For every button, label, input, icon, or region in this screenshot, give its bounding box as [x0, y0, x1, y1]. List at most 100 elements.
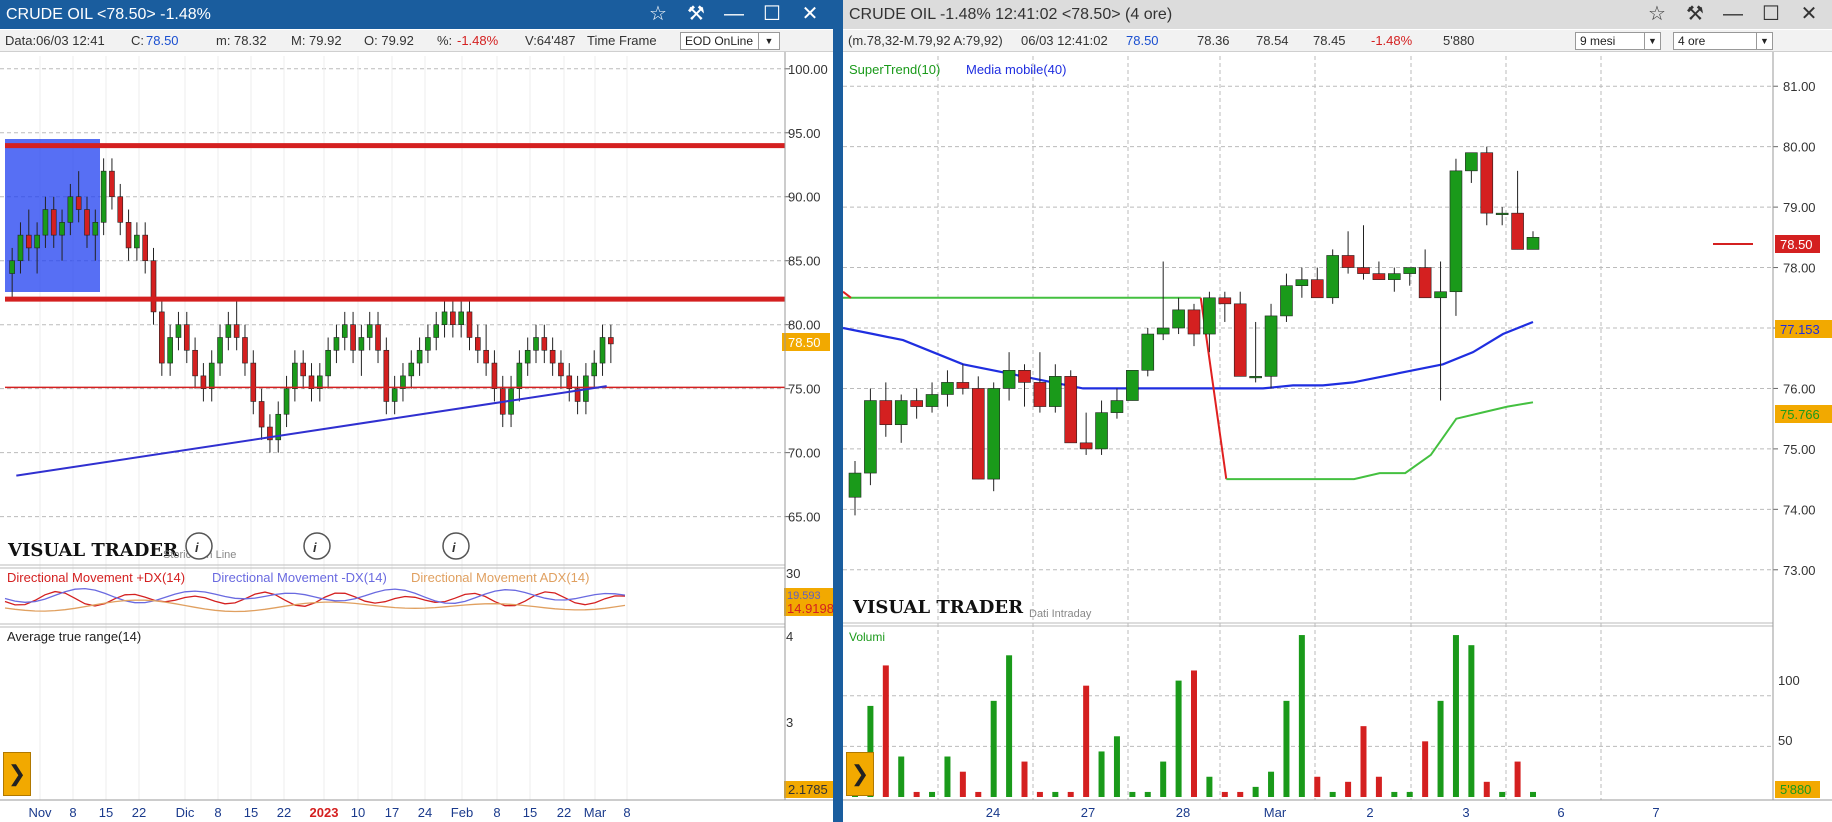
dm-series-line: [4, 587, 626, 604]
left-annotation-lines: [5, 143, 785, 477]
x-tick-label: 24: [418, 805, 432, 820]
candle-body: [1418, 267, 1432, 299]
volume-bar: [1283, 700, 1290, 797]
atr-axis-4: 4: [786, 629, 793, 644]
candle-body: [225, 324, 232, 338]
st-badge: 75.766: [1780, 407, 1820, 422]
right-expand-toggle[interactable]: ❯: [846, 752, 874, 796]
candle-body: [1434, 291, 1447, 299]
candle-body: [175, 324, 182, 338]
left-price-grid: [0, 56, 785, 800]
candle-body: [971, 388, 985, 480]
volume-bar: [1052, 791, 1059, 797]
candle-body: [599, 337, 606, 364]
candle-body: [242, 337, 248, 364]
candle-body: [341, 324, 348, 338]
y-tick-label: 85.00: [788, 254, 821, 269]
volume-badge: 5'880: [1780, 782, 1811, 797]
y-tick-label: 70.00: [788, 446, 821, 461]
candle-body: [1341, 255, 1355, 268]
volume-bar: [1083, 685, 1090, 797]
volume-bar: [1406, 791, 1413, 797]
candle-body: [258, 401, 265, 428]
volume-bar: [1452, 635, 1459, 797]
x-tick-label: 6: [1557, 805, 1564, 820]
candle-body: [92, 222, 99, 236]
volume-axis-100: 100: [1778, 673, 1800, 688]
volume-bar: [1422, 741, 1429, 797]
volume-bar: [1175, 680, 1182, 797]
volume-bar: [1298, 635, 1305, 797]
x-tick-label: 27: [1081, 805, 1095, 820]
candle-body: [9, 260, 15, 274]
x-tick-label: 15: [99, 805, 113, 820]
volume-bar: [1113, 736, 1120, 797]
info-icon-glyph: i: [452, 540, 456, 555]
volume-bars: [852, 635, 1536, 797]
news-info-icon-2[interactable]: i: [303, 532, 331, 560]
volume-bar: [1252, 786, 1259, 797]
x-tick-label: Nov: [28, 805, 52, 820]
volume-bar: [1221, 791, 1228, 797]
candle-body: [848, 472, 862, 498]
candle-body: [1018, 370, 1031, 383]
candle-body: [1526, 237, 1540, 250]
candle-body: [358, 337, 365, 351]
atr-axis-3: 3: [786, 715, 793, 730]
atr-badge: 2.1785: [788, 782, 828, 797]
right-chart-canvas[interactable]: SuperTrend(10) Media mobile(40) 81.00 80.…: [843, 0, 1832, 822]
candle-body: [292, 362, 298, 389]
volume-bar: [975, 791, 982, 797]
y-tick-label: 90.00: [788, 190, 821, 205]
left-expand-toggle[interactable]: ❯: [3, 752, 31, 796]
candle-body: [408, 362, 415, 377]
candle-body: [150, 260, 157, 313]
candle-body: [1064, 376, 1078, 444]
info-icon-glyph: i: [195, 540, 199, 555]
volume-bar: [1129, 791, 1136, 797]
candle-body: [366, 324, 373, 338]
x-tick-label: 15: [523, 805, 537, 820]
y-tick-label: 73.00: [1783, 563, 1816, 578]
y-tick-label: 78.00: [1783, 261, 1816, 276]
candle-body: [987, 388, 1000, 480]
candle-body: [142, 234, 148, 262]
volume-bar: [1006, 655, 1013, 797]
volume-bar: [1329, 791, 1336, 797]
candle-body: [167, 337, 173, 364]
candle-body: [383, 349, 390, 402]
candle-body: [233, 324, 240, 338]
candle-body: [350, 324, 356, 351]
candle-body: [208, 362, 215, 389]
x-tick-label: 17: [385, 805, 399, 820]
candle-body: [910, 400, 923, 407]
left-chart-canvas[interactable]: 100.00 95.00 90.00 85.00 80.00 75.00 70.00 65.0…: [0, 0, 837, 822]
volume-bar: [1268, 771, 1275, 797]
news-info-icon-1[interactable]: i: [185, 532, 213, 560]
x-tick-label: 3: [1462, 805, 1469, 820]
chevron-right-icon: ❯: [850, 761, 870, 786]
y-tick-label: 100.00: [788, 62, 828, 77]
candle-body: [34, 234, 40, 249]
candle-body: [864, 400, 877, 474]
right-watermark: VISUAL TRADER: [852, 597, 1024, 618]
candle-body: [549, 349, 556, 364]
news-info-icon-3[interactable]: i: [442, 532, 470, 560]
candle-body: [558, 362, 564, 377]
candle-body: [391, 388, 398, 402]
candle-body: [1480, 152, 1494, 214]
volume-bar: [1160, 761, 1167, 797]
candle-body: [1264, 315, 1278, 377]
y-tick-label: 95.00: [788, 126, 821, 141]
candle-body: [956, 382, 970, 389]
x-tick-label: 2: [1366, 805, 1373, 820]
candle-body: [1388, 273, 1401, 280]
candle-body: [925, 394, 939, 407]
candle-body: [1511, 212, 1524, 250]
candle-body: [1141, 333, 1155, 371]
y-tick-label: 81.00: [1783, 79, 1816, 94]
candle-body: [117, 196, 124, 223]
ma-badge: 77.153: [1780, 322, 1820, 337]
supertrend-label: SuperTrend(10): [849, 62, 940, 77]
candle-body: [183, 324, 190, 351]
